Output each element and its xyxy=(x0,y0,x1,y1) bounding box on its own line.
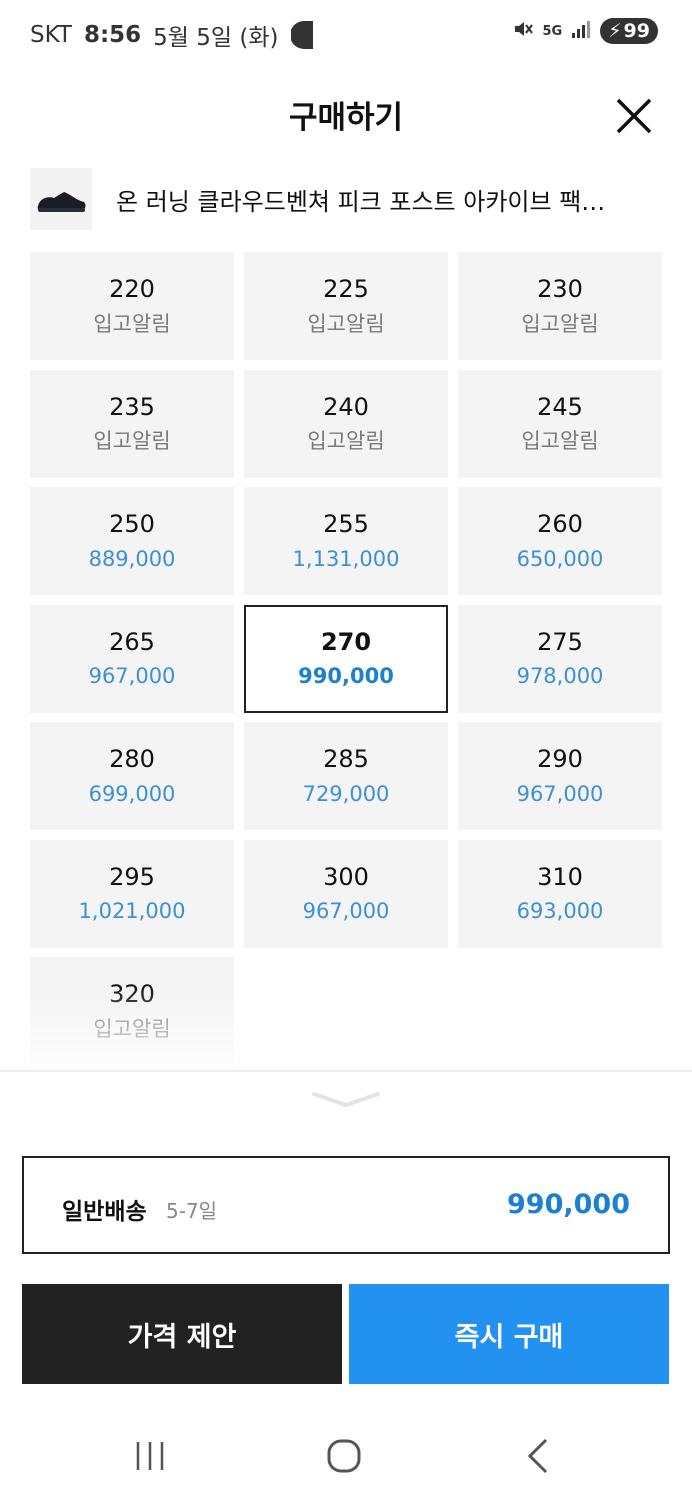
signal-icon xyxy=(570,19,592,43)
restock-alert-label: 입고알림 xyxy=(521,429,599,454)
size-label: 275 xyxy=(537,627,583,656)
size-label: 260 xyxy=(537,510,583,539)
date-label: 5월 5일 (화) xyxy=(153,25,279,51)
size-option-260[interactable]: 260 650,000 xyxy=(458,487,662,595)
battery-level: 99 xyxy=(623,20,650,42)
size-label: 230 xyxy=(537,275,583,304)
size-price: 650,000 xyxy=(516,546,604,571)
size-price: 1,021,000 xyxy=(78,899,186,924)
size-grid: 220 입고알림 225 입고알림 230 입고알림 235 입고알림 240 입고알림 245 입고… xyxy=(30,252,662,1065)
delivery-label: 일반배송 xyxy=(62,1199,147,1225)
size-label: 250 xyxy=(109,510,155,539)
size-option-235[interactable]: 235 입고알림 xyxy=(30,369,234,478)
restock-alert-label: 입고알림 xyxy=(93,311,171,336)
page-title: 구매하기 xyxy=(288,100,404,136)
mute-icon xyxy=(512,18,534,44)
restock-alert-label: 입고알림 xyxy=(93,429,171,454)
size-price: 1,131,000 xyxy=(292,546,400,571)
product-thumbnail xyxy=(30,168,92,230)
size-price: 967,000 xyxy=(88,664,176,689)
instant-buy-button[interactable]: 즉시 구매 xyxy=(349,1284,669,1384)
size-label: 265 xyxy=(109,627,155,656)
status-bar: SKT 8:56 5월 5일 (화) 5G ⚡ 99 xyxy=(0,0,692,66)
size-option-245[interactable]: 245 입고알림 xyxy=(458,369,662,478)
size-option-285[interactable]: 285 729,000 xyxy=(244,722,448,830)
carrier-label: SKT xyxy=(30,22,72,48)
delivery-price: 990,000 xyxy=(507,1189,630,1220)
size-label: 285 xyxy=(323,745,369,774)
size-label: 310 xyxy=(537,862,583,891)
clock: 8:56 xyxy=(83,22,142,48)
delivery-days: 5-7일 xyxy=(166,1199,218,1223)
close-icon[interactable] xyxy=(614,96,654,136)
back-icon[interactable] xyxy=(516,1434,560,1478)
size-label: 320 xyxy=(109,980,155,1009)
size-option-295[interactable]: 295 1,021,000 xyxy=(30,839,234,948)
size-option-240[interactable]: 240 입고알림 xyxy=(244,369,448,478)
size-price: 978,000 xyxy=(516,664,604,689)
size-label: 245 xyxy=(537,392,583,421)
size-option-265[interactable]: 265 967,000 xyxy=(30,604,234,713)
size-option-250[interactable]: 250 889,000 xyxy=(30,487,234,595)
battery-indicator: ⚡ 99 xyxy=(600,18,658,44)
moon-icon xyxy=(289,20,316,50)
instant-buy-label: 즉시 구매 xyxy=(454,1321,564,1353)
size-price: 699,000 xyxy=(88,781,176,806)
size-option-320[interactable]: 320 입고알림 xyxy=(30,957,234,1065)
size-option-270[interactable]: 270 990,000 xyxy=(244,604,448,713)
size-option-255[interactable]: 255 1,131,000 xyxy=(244,487,448,595)
size-label: 280 xyxy=(109,745,155,774)
size-option-280[interactable]: 280 699,000 xyxy=(30,722,234,830)
restock-alert-label: 입고알림 xyxy=(307,429,385,454)
size-option-275[interactable]: 275 978,000 xyxy=(458,604,662,713)
size-price: 889,000 xyxy=(88,546,176,571)
status-right: 5G ⚡ 99 xyxy=(512,18,658,44)
status-left: SKT 8:56 5월 5일 (화) xyxy=(30,18,316,52)
size-option-290[interactable]: 290 967,000 xyxy=(458,722,662,830)
restock-alert-label: 입고알림 xyxy=(93,1016,171,1041)
recent-apps-icon[interactable] xyxy=(128,1434,172,1478)
shoe-icon xyxy=(37,192,86,212)
size-label: 220 xyxy=(109,275,155,304)
size-label: 295 xyxy=(109,862,155,891)
size-label: 300 xyxy=(323,862,369,891)
size-label: 225 xyxy=(323,275,369,304)
restock-alert-label: 입고알림 xyxy=(307,311,385,336)
size-option-230[interactable]: 230 입고알림 xyxy=(458,252,662,360)
size-label: 270 xyxy=(320,627,372,656)
delivery-option[interactable]: 일반배송 5-7일 990,000 xyxy=(22,1156,670,1254)
home-icon[interactable] xyxy=(322,1434,366,1478)
size-option-300[interactable]: 300 967,000 xyxy=(244,839,448,948)
product-name: 온 러닝 클라우드벤쳐 피크 포스트 아카이브 팩… xyxy=(116,188,606,216)
system-nav-bar xyxy=(0,1410,692,1500)
size-price: 990,000 xyxy=(298,664,394,689)
size-option-310[interactable]: 310 693,000 xyxy=(458,839,662,948)
sheet-divider xyxy=(0,1070,692,1072)
price-offer-button[interactable]: 가격 제안 xyxy=(22,1284,342,1384)
battery-leaf-icon: ⚡ xyxy=(608,20,622,42)
size-option-225[interactable]: 225 입고알림 xyxy=(244,252,448,360)
network-5g-icon: 5G xyxy=(542,24,562,39)
size-price: 967,000 xyxy=(516,781,604,806)
size-label: 255 xyxy=(323,510,369,539)
chevron-down-icon[interactable] xyxy=(311,1090,381,1110)
size-price: 729,000 xyxy=(302,781,390,806)
size-price: 693,000 xyxy=(516,899,604,924)
restock-alert-label: 입고알림 xyxy=(521,311,599,336)
network-label: 5G xyxy=(542,23,563,39)
size-label: 290 xyxy=(537,745,583,774)
size-option-220[interactable]: 220 입고알림 xyxy=(30,252,234,360)
size-label: 240 xyxy=(323,392,369,421)
size-price: 967,000 xyxy=(302,899,390,924)
size-label: 235 xyxy=(109,392,155,421)
price-offer-label: 가격 제안 xyxy=(127,1321,237,1353)
